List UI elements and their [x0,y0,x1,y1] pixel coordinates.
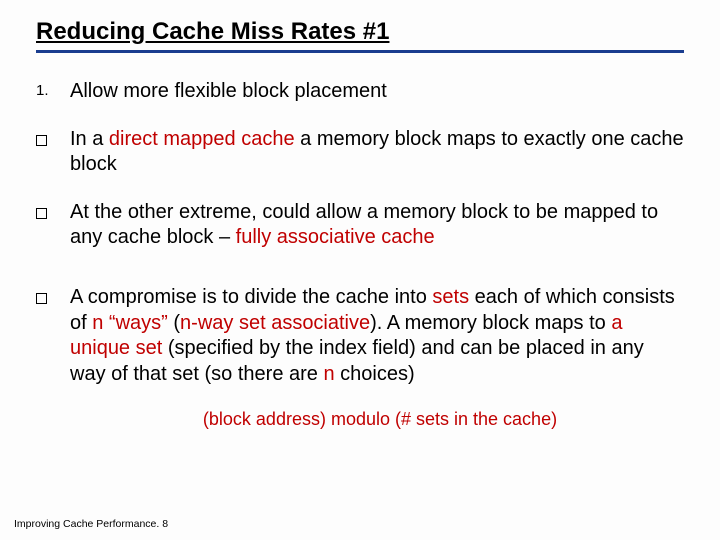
list-item-bullet-3: A compromise is to divide the cache into… [36,285,684,387]
slide-title: Reducing Cache Miss Rates #1 [36,18,684,53]
formula-text: (block address) modulo (# sets in the ca… [76,409,684,430]
square-bullet-icon [36,285,70,387]
square-bullet-icon [36,200,70,251]
slide-footer: Improving Cache Performance. 8 [14,518,168,530]
item-text: At the other extreme, could allow a memo… [70,200,684,251]
square-bullet-icon [36,127,70,178]
list-item-1: 1. Allow more flexible block placement [36,79,684,105]
list-item-bullet-2: At the other extreme, could allow a memo… [36,200,684,251]
item-text: In a direct mapped cache a memory block … [70,127,684,178]
list-item-bullet-1: In a direct mapped cache a memory block … [36,127,684,178]
item-text: A compromise is to divide the cache into… [70,285,684,387]
item-text: Allow more flexible block placement [70,79,684,105]
marker-number: 1. [36,79,70,105]
